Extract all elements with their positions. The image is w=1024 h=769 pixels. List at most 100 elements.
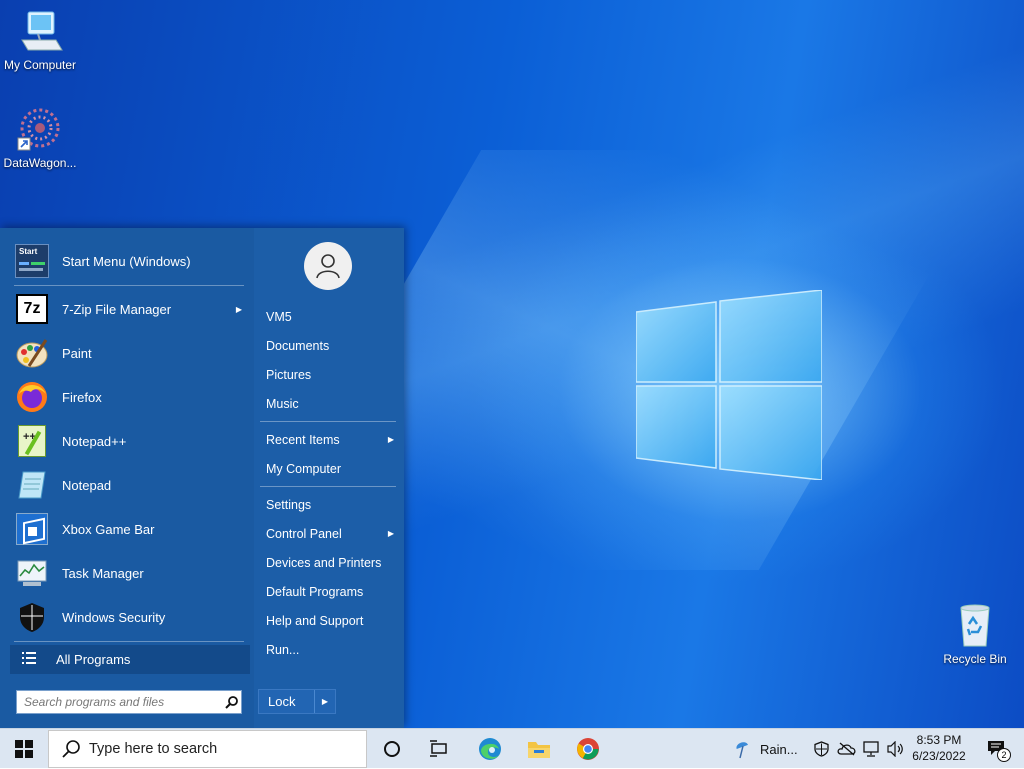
system-tray bbox=[814, 729, 908, 769]
program-firefox[interactable]: Firefox bbox=[12, 376, 250, 418]
place-devices-and-printers[interactable]: Devices and Printers bbox=[266, 556, 381, 570]
desktop-icon-datawagon[interactable]: DataWagon... bbox=[0, 106, 80, 170]
all-programs-button[interactable]: All Programs bbox=[10, 645, 250, 674]
place-recent-items[interactable]: Recent Items ▶ bbox=[266, 433, 396, 447]
all-programs-label: All Programs bbox=[56, 652, 131, 667]
folder-icon bbox=[528, 742, 550, 758]
divider bbox=[14, 285, 244, 286]
place-settings[interactable]: Settings bbox=[266, 498, 311, 512]
xbox-game-bar-icon bbox=[14, 511, 50, 547]
lock-options-arrow-icon[interactable]: ▶ bbox=[314, 690, 335, 713]
datawagon-icon bbox=[16, 106, 64, 154]
program-notepad[interactable]: Notepad bbox=[12, 464, 250, 506]
place-documents[interactable]: Documents bbox=[266, 339, 329, 353]
place-help-and-support[interactable]: Help and Support bbox=[266, 614, 363, 628]
chrome-icon bbox=[577, 738, 599, 760]
place-pictures[interactable]: Pictures bbox=[266, 368, 311, 382]
weather-widget[interactable]: Rain... bbox=[734, 729, 798, 769]
place-my-computer[interactable]: My Computer bbox=[266, 462, 341, 476]
notification-count-badge: 2 bbox=[997, 748, 1011, 762]
windows-logo-wallpaper bbox=[636, 290, 822, 480]
start-menu-programs-column: Start Start Menu (Windows) 7z 7-Zip File… bbox=[0, 228, 254, 728]
taskbar-search-text: Type here to search bbox=[89, 741, 218, 757]
notepadpp-icon: ++ bbox=[14, 423, 50, 459]
7zip-icon: 7z bbox=[14, 291, 50, 327]
list-icon bbox=[22, 652, 36, 667]
submenu-arrow-icon: ▶ bbox=[387, 435, 394, 444]
desktop-icon-label: DataWagon... bbox=[3, 156, 77, 170]
place-label: Devices and Printers bbox=[266, 556, 382, 570]
place-label: VM5 bbox=[266, 310, 292, 324]
submenu-arrow-icon: ▶ bbox=[235, 304, 242, 314]
desktop-icon-label: My Computer bbox=[3, 58, 77, 72]
taskbar-search-box[interactable]: Type here to search bbox=[48, 730, 367, 768]
divider bbox=[14, 641, 244, 642]
program-xbox-game-bar[interactable]: Xbox Game Bar bbox=[12, 508, 250, 550]
start-button[interactable] bbox=[0, 729, 48, 769]
paint-icon bbox=[14, 335, 50, 371]
umbrella-icon bbox=[736, 742, 748, 759]
program-label: Notepad bbox=[62, 477, 112, 493]
edge-icon bbox=[479, 738, 501, 760]
recycle-bin-icon bbox=[951, 602, 999, 650]
place-vm5[interactable]: VM5 bbox=[266, 310, 292, 324]
place-label: Control Panel bbox=[266, 527, 342, 541]
lock-button[interactable]: Lock ▶ bbox=[258, 689, 336, 714]
place-music[interactable]: Music bbox=[266, 397, 299, 411]
cortana-icon bbox=[384, 741, 400, 757]
task-view-icon bbox=[430, 740, 447, 757]
task-view-button[interactable] bbox=[417, 729, 461, 769]
search-icon bbox=[62, 740, 80, 758]
divider bbox=[260, 421, 396, 422]
program-notepadpp[interactable]: ++ Notepad++ bbox=[12, 420, 250, 462]
security-shield-icon[interactable] bbox=[814, 741, 832, 757]
user-icon bbox=[316, 254, 340, 279]
place-label: Pictures bbox=[266, 368, 312, 382]
cortana-button[interactable] bbox=[370, 729, 414, 769]
onedrive-offline-icon[interactable] bbox=[837, 742, 861, 756]
place-label: My Computer bbox=[266, 462, 342, 476]
desktop-icon-recycle-bin[interactable]: Recycle Bin bbox=[935, 602, 1015, 666]
7zip-logo-text: 7z bbox=[23, 300, 41, 317]
submenu-arrow-icon: ▶ bbox=[387, 529, 394, 538]
program-start-menu-windows[interactable]: Start Start Menu (Windows) bbox=[12, 240, 250, 282]
desktop-icon-my-computer[interactable]: My Computer bbox=[0, 8, 80, 72]
shield-icon bbox=[14, 599, 50, 635]
program-label: Task Manager bbox=[62, 565, 144, 581]
place-label: Settings bbox=[266, 498, 312, 512]
place-run[interactable]: Run... bbox=[266, 643, 299, 657]
place-label: Music bbox=[266, 397, 299, 411]
place-label: Recent Items bbox=[266, 433, 340, 447]
notification-icon: 2 bbox=[987, 738, 1011, 762]
place-label: Help and Support bbox=[266, 614, 364, 628]
task-manager-icon bbox=[14, 555, 50, 591]
start-menu: Start Start Menu (Windows) 7z 7-Zip File… bbox=[0, 228, 404, 728]
program-label: Windows Security bbox=[62, 609, 166, 625]
program-task-manager[interactable]: Task Manager bbox=[12, 552, 250, 594]
edge-taskbar-button[interactable] bbox=[468, 729, 512, 769]
chrome-taskbar-button[interactable] bbox=[566, 729, 610, 769]
place-control-panel[interactable]: Control Panel ▶ bbox=[266, 527, 396, 541]
program-paint[interactable]: Paint bbox=[12, 332, 250, 374]
lock-label: Lock bbox=[268, 694, 296, 709]
start-icon-text: Start bbox=[19, 247, 38, 256]
desktop-icon-label: Recycle Bin bbox=[943, 652, 1007, 666]
search-icon bbox=[221, 695, 241, 709]
notification-center-button[interactable]: 2 bbox=[978, 729, 1018, 769]
start-search-box[interactable]: Search programs and files bbox=[16, 690, 242, 714]
program-label: Notepad++ bbox=[62, 433, 127, 449]
program-label: Paint bbox=[62, 345, 92, 361]
user-avatar[interactable] bbox=[304, 242, 352, 290]
program-7zip[interactable]: 7z 7-Zip File Manager ▶ bbox=[12, 288, 250, 330]
network-icon[interactable] bbox=[862, 741, 886, 757]
file-explorer-taskbar-button[interactable] bbox=[517, 729, 561, 769]
firefox-icon bbox=[14, 379, 50, 415]
clock-time: 8:53 PM bbox=[916, 733, 962, 747]
clock-date: 6/23/2022 bbox=[912, 749, 966, 763]
computer-icon bbox=[16, 8, 64, 56]
program-label: 7-Zip File Manager bbox=[62, 301, 172, 317]
program-windows-security[interactable]: Windows Security bbox=[12, 596, 250, 638]
program-label: Start Menu (Windows) bbox=[62, 253, 191, 269]
place-default-programs[interactable]: Default Programs bbox=[266, 585, 363, 599]
taskbar-clock[interactable]: 8:53 PM 6/23/2022 bbox=[900, 732, 978, 764]
